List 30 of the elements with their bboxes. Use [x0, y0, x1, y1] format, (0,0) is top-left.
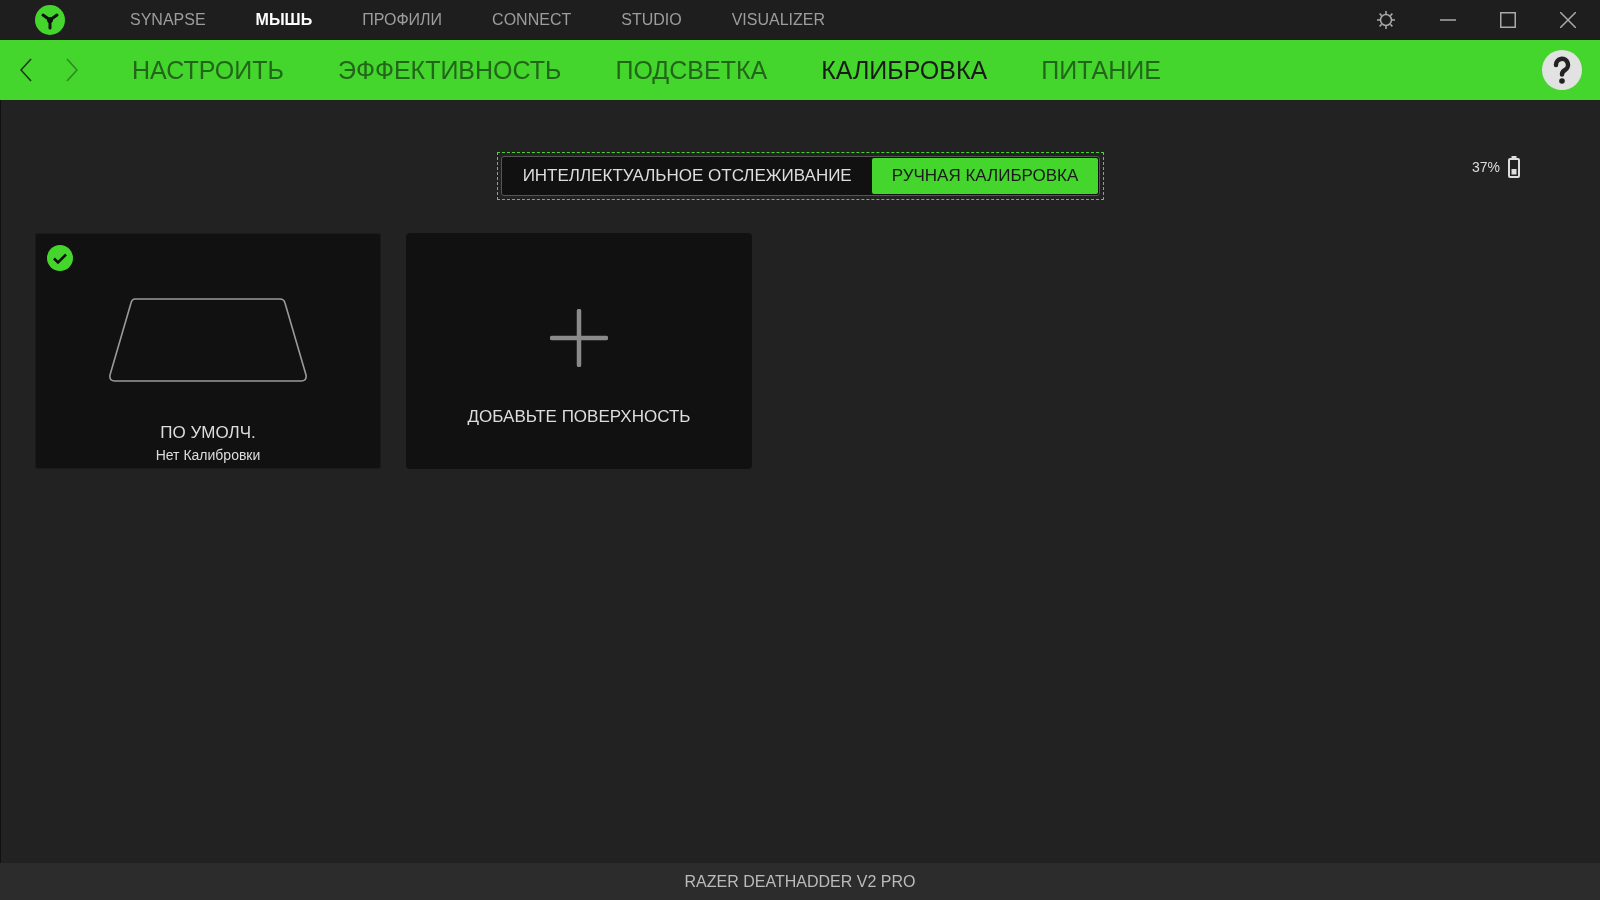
- help-icon[interactable]: [1542, 50, 1582, 90]
- section-tab[interactable]: ПИТАНИЕ: [1041, 55, 1161, 85]
- battery-percentage: 37%: [1471, 159, 1500, 175]
- minimize-icon[interactable]: [1440, 18, 1456, 22]
- nav-tab[interactable]: SYNAPSE: [130, 11, 206, 29]
- section-tab[interactable]: ЭФФЕКТИВНОСТЬ: [337, 55, 562, 85]
- battery-icon: [1508, 156, 1520, 178]
- section-tab[interactable]: КАЛИБРОВКА: [821, 55, 988, 85]
- nav-tab[interactable]: STUDIO: [621, 11, 682, 29]
- mousepad-icon: [108, 297, 308, 383]
- mode-option[interactable]: РУЧНАЯ КАЛИБРОВКА: [871, 158, 1099, 194]
- section-tab[interactable]: НАСТРОИТЬ: [132, 55, 284, 85]
- add-surface-label: ДОБАВЬТЕ ПОВЕРХНОСТЬ: [467, 407, 691, 427]
- nav-tab[interactable]: CONNECT: [492, 11, 572, 29]
- maximize-icon[interactable]: [1500, 12, 1516, 28]
- close-icon[interactable]: [1560, 12, 1576, 28]
- device-name: RAZER DEATHADDER V2 PRO: [684, 872, 916, 891]
- check-icon: [47, 245, 73, 271]
- settings-icon[interactable]: [1376, 10, 1396, 30]
- surface-name: ПО УМОЛЧ.: [160, 423, 256, 443]
- nav-tab[interactable]: ПРОФИЛИ: [362, 11, 443, 29]
- nav-tab[interactable]: VISUALIZER: [731, 11, 826, 29]
- calibration-status: Нет Калибровки: [155, 447, 261, 463]
- mode-option[interactable]: ИНТЕЛЛЕКТУАЛЬНОЕ ОТСЛЕЖИВАНИЕ: [502, 158, 872, 194]
- plus-icon: [550, 309, 608, 367]
- add-surface-card[interactable]: ДОБАВЬТЕ ПОВЕРХНОСТЬ: [406, 233, 752, 469]
- logo-icon[interactable]: [34, 4, 66, 36]
- nav-tab[interactable]: МЫШЬ: [255, 11, 313, 29]
- surface-card[interactable]: ПО УМОЛЧ. Нет Калибровки: [35, 233, 381, 469]
- section-tab[interactable]: ПОДСВЕТКА: [615, 55, 768, 85]
